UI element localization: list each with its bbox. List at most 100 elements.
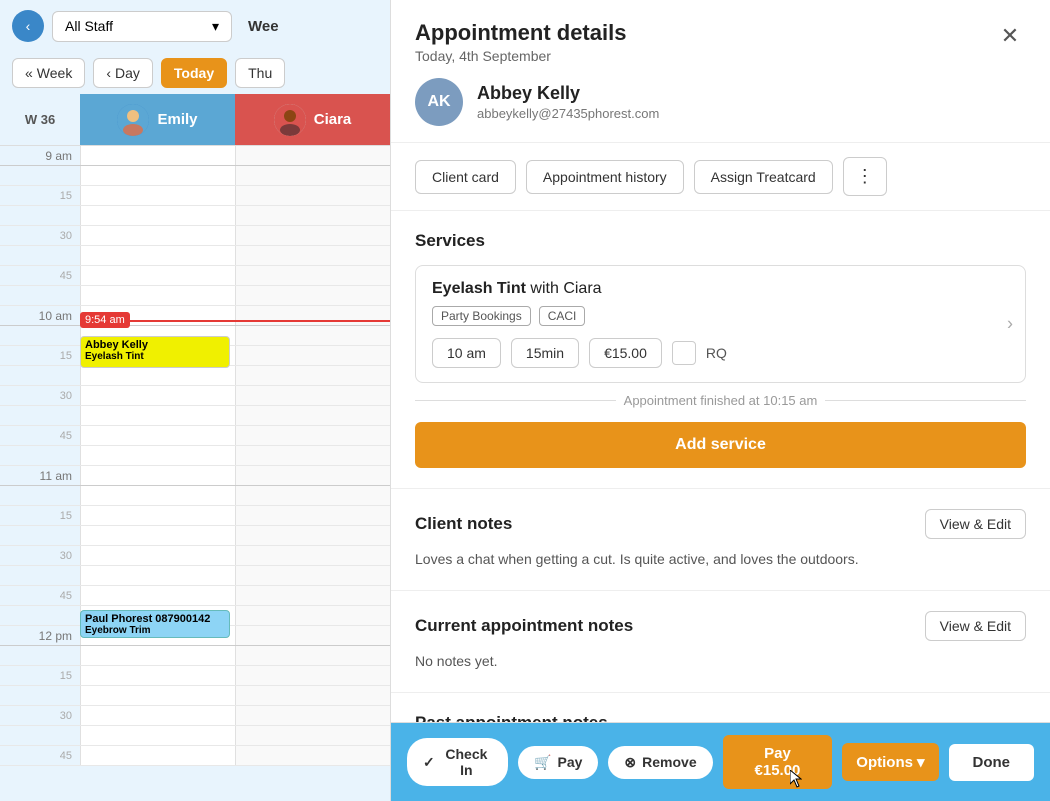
time-label-9-60: 30 <box>0 226 80 245</box>
client-notes-view-edit-button[interactable]: View & Edit <box>925 509 1026 539</box>
today-label: Today <box>174 65 214 81</box>
time-label-9-30: 15 <box>0 186 80 205</box>
time-label-9-45 <box>0 206 80 225</box>
staff-dropdown[interactable]: All Staff ▾ <box>52 11 232 42</box>
more-options-button[interactable]: ⋮ <box>843 157 887 196</box>
options-label: Options <box>856 754 913 771</box>
appt-abbey-name: Abbey Kelly <box>85 339 225 351</box>
appointment-history-button[interactable]: Appointment history <box>526 160 684 194</box>
week-button[interactable]: « Week <box>12 58 85 88</box>
time-cell-emily-9-105[interactable] <box>80 286 235 305</box>
service-price-pill[interactable]: €15.00 <box>589 338 662 368</box>
week-badge: W 36 <box>0 94 80 145</box>
client-card-button[interactable]: Client card <box>415 160 516 194</box>
appt-paul-phorest[interactable]: Paul Phorest 087900142 Eyebrow Trim <box>80 610 230 638</box>
day-label: Day <box>115 65 140 81</box>
panel-body: Services Eyelash Tint with Ciara Party B… <box>391 211 1050 801</box>
time-cell-ciara-9-75[interactable] <box>235 246 390 265</box>
calendar-side: ‹ All Staff ▾ Wee « Week ‹ Day Today Thu… <box>0 0 390 801</box>
check-in-button[interactable]: ✓ Check In <box>407 738 508 786</box>
client-notes-title: Client notes <box>415 514 512 534</box>
service-name-bold: Eyelash Tint <box>432 280 526 297</box>
time-cell-ciara-9-105[interactable] <box>235 286 390 305</box>
time-label-10am: 10 am <box>0 306 80 325</box>
top-bar: ‹ All Staff ▾ Wee <box>0 0 390 52</box>
time-cell-emily-9-75[interactable] <box>80 246 235 265</box>
time-cell-ciara-9-30[interactable] <box>235 186 390 205</box>
ciara-name: Ciara <box>314 111 352 128</box>
pay-button[interactable]: 🛒 Pay <box>518 746 598 779</box>
check-in-label: Check In <box>441 746 492 778</box>
client-notes-text: Loves a chat when getting a cut. Is quit… <box>415 549 1026 570</box>
pay-amount-button[interactable]: Pay €15.00 <box>723 735 833 789</box>
time-row-9-75 <box>0 246 390 266</box>
time-cell-emily-9-30[interactable] <box>80 186 235 205</box>
time-cell-emily-9-90[interactable] <box>80 266 235 285</box>
time-cell-ciara-9-15[interactable] <box>235 166 390 185</box>
back-button[interactable]: ‹ <box>12 10 44 42</box>
time-cell-ciara-9-45[interactable] <box>235 206 390 225</box>
service-name: Eyelash Tint with Ciara <box>432 280 1009 298</box>
panel-title: Appointment details <box>415 20 626 46</box>
week-label: Week <box>37 65 73 81</box>
time-row-9-45 <box>0 206 390 226</box>
time-label-9-75 <box>0 246 80 265</box>
appt-abbey-kelly[interactable]: Abbey Kelly Eyelash Tint <box>80 336 230 368</box>
client-name: Abbey Kelly <box>477 83 1026 104</box>
appt-paul-service: Eyebrow Trim <box>85 625 225 636</box>
panel-header: Appointment details Today, 4th September… <box>391 0 1050 143</box>
time-cell-emily-9am[interactable] <box>80 146 235 165</box>
bottom-bar: ✓ Check In 🛒 Pay ⊗ Remove Pay €15.00 Opt… <box>391 722 1050 801</box>
current-appt-notes-view-edit-button[interactable]: View & Edit <box>925 611 1026 641</box>
time-cell-emily-9-60[interactable] <box>80 226 235 245</box>
time-cell-ciara-9-60[interactable] <box>235 226 390 245</box>
service-tag-party: Party Bookings <box>432 306 531 326</box>
done-button[interactable]: Done <box>949 744 1035 781</box>
emily-avatar <box>117 104 149 136</box>
service-tag-caci: CACI <box>539 306 586 326</box>
time-grid: 9:54 am Abbey Kelly Eyelash Tint Paul Ph… <box>0 146 390 766</box>
time-label-9-105 <box>0 286 80 305</box>
client-info: Abbey Kelly abbeykelly@27435phorest.com <box>477 83 1026 121</box>
time-cell-ciara-9-90[interactable] <box>235 266 390 285</box>
thu-label: Thu <box>248 65 272 81</box>
staff-dropdown-label: All Staff <box>65 18 113 34</box>
remove-button[interactable]: ⊗ Remove <box>608 746 712 779</box>
current-appt-notes-title: Current appointment notes <box>415 616 633 636</box>
service-checkbox[interactable] <box>672 341 696 365</box>
options-button[interactable]: Options ▾ <box>842 743 938 781</box>
staff-header-emily: Emily <box>80 94 235 145</box>
time-label-9am: 9 am <box>0 146 80 165</box>
time-label-9-15 <box>0 166 80 185</box>
thu-button[interactable]: Thu <box>235 58 285 88</box>
day-button[interactable]: ‹ Day <box>93 58 153 88</box>
time-row-9am: 9 am <box>0 146 390 166</box>
emily-name: Emily <box>157 111 197 128</box>
chevron-left-icon: ‹ <box>106 65 111 81</box>
time-cell-ciara-9am[interactable] <box>235 146 390 165</box>
today-button[interactable]: Today <box>161 58 227 88</box>
close-button[interactable]: ✕ <box>994 20 1026 52</box>
time-cell-ciara-10am[interactable] <box>235 306 390 325</box>
time-row-9-60: 30 <box>0 226 390 246</box>
time-cell-emily-9-45[interactable] <box>80 206 235 225</box>
service-time-pill[interactable]: 10 am <box>432 338 501 368</box>
panel-date: Today, 4th September <box>415 48 626 64</box>
time-cell-emily-9-15[interactable] <box>80 166 235 185</box>
add-service-button[interactable]: Add service <box>415 422 1026 468</box>
current-appt-notes-section: Current appointment notes View & Edit No… <box>391 591 1050 693</box>
service-duration-pill[interactable]: 15min <box>511 338 579 368</box>
time-row-9-90: 45 <box>0 266 390 286</box>
client-row: AK Abbey Kelly abbeykelly@27435phorest.c… <box>415 78 1026 126</box>
week-label: Wee <box>248 18 279 35</box>
assign-treatcard-button[interactable]: Assign Treatcard <box>694 160 833 194</box>
service-card[interactable]: Eyelash Tint with Ciara Party Bookings C… <box>415 265 1026 383</box>
staff-header-ciara: Ciara <box>235 94 390 145</box>
check-icon: ✓ <box>423 754 435 771</box>
client-avatar: AK <box>415 78 463 126</box>
service-tags: Party Bookings CACI <box>432 306 1009 326</box>
remove-label: Remove <box>642 754 696 770</box>
time-row-9-105 <box>0 286 390 306</box>
client-email: abbeykelly@27435phorest.com <box>477 106 1026 121</box>
appt-paul-name: Paul Phorest 087900142 <box>85 613 225 625</box>
